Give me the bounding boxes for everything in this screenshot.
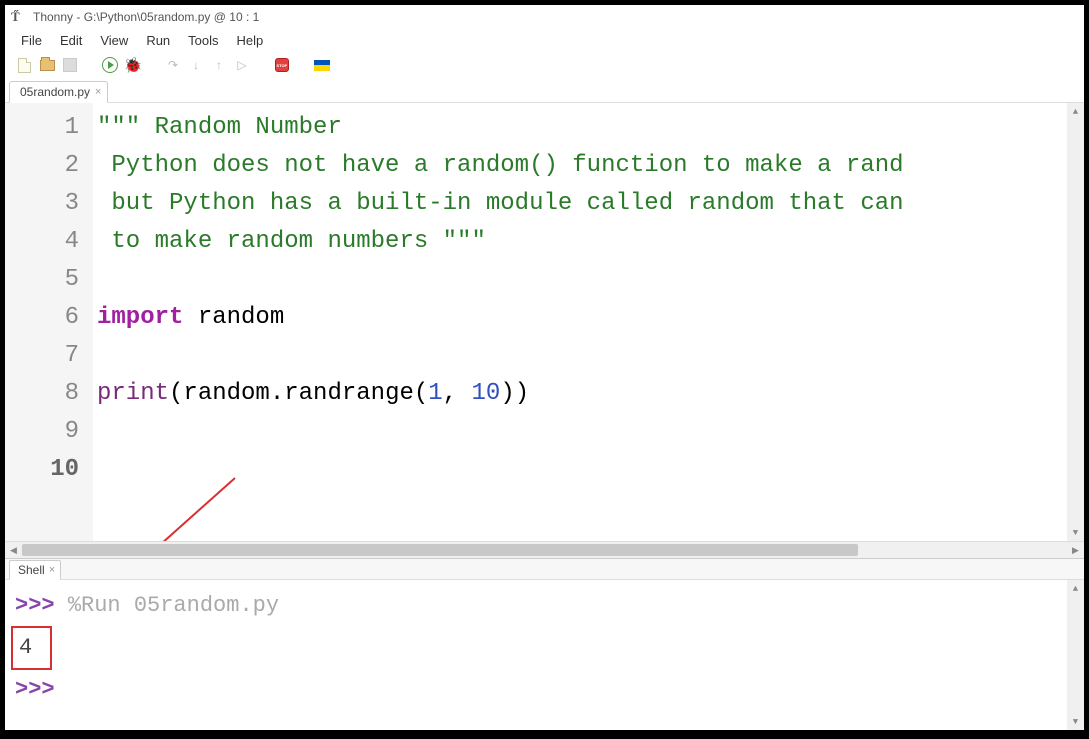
shell-prompt: >>> xyxy=(15,677,68,702)
step-out-button[interactable]: ↑ xyxy=(210,56,228,74)
line-number: 7 xyxy=(5,337,79,375)
scroll-left-icon[interactable]: ◀ xyxy=(5,542,22,559)
scroll-up-icon[interactable]: ▲ xyxy=(1067,580,1084,597)
stop-icon: STOP xyxy=(275,58,289,72)
resume-button[interactable]: ▷ xyxy=(233,56,251,74)
line-number: 2 xyxy=(5,147,79,185)
code-editor[interactable]: 1 2 3 4 5 6 7 8 9 10 """ Random Number P… xyxy=(5,103,1084,541)
scroll-down-icon[interactable]: ▼ xyxy=(1067,524,1084,541)
code-area[interactable]: """ Random Number Python does not have a… xyxy=(93,103,1084,541)
app-window: T̋ Thonny - G:\Python\05random.py @ 10 :… xyxy=(4,4,1085,731)
save-file-button[interactable] xyxy=(61,56,79,74)
close-icon[interactable]: × xyxy=(95,86,101,98)
shell-line[interactable]: >>> xyxy=(15,670,1074,710)
tab-shell[interactable]: Shell × xyxy=(9,560,61,580)
line-number-current: 10 xyxy=(5,451,79,489)
shell-output-line[interactable]: 4 xyxy=(15,626,1074,670)
menu-run[interactable]: Run xyxy=(138,31,178,50)
shell-tab-label: Shell xyxy=(18,563,45,577)
code-line[interactable]: """ Random Number xyxy=(97,109,1080,147)
menubar: File Edit View Run Tools Help xyxy=(5,29,1084,51)
resume-icon: ▷ xyxy=(237,58,246,72)
scroll-right-icon[interactable]: ▶ xyxy=(1067,542,1084,559)
line-number: 1 xyxy=(5,109,79,147)
editor-tabs: 05random.py × xyxy=(5,79,1084,103)
new-file-button[interactable] xyxy=(15,56,33,74)
code-line[interactable]: print(random.randrange(1, 10)) xyxy=(97,375,1080,413)
line-gutter: 1 2 3 4 5 6 7 8 9 10 xyxy=(5,103,93,541)
step-into-button[interactable]: ↓ xyxy=(187,56,205,74)
bug-icon: 🐞 xyxy=(124,56,143,74)
menu-help[interactable]: Help xyxy=(229,31,272,50)
scroll-down-icon[interactable]: ▼ xyxy=(1067,713,1084,730)
line-number: 4 xyxy=(5,223,79,261)
line-number: 6 xyxy=(5,299,79,337)
app-icon: T̋ xyxy=(11,9,27,25)
shell-vertical-scrollbar[interactable]: ▲ ▼ xyxy=(1067,580,1084,730)
shell-line[interactable]: >>> %Run 05random.py xyxy=(15,586,1074,626)
scroll-thumb[interactable] xyxy=(22,544,858,556)
menu-file[interactable]: File xyxy=(13,31,50,50)
shell-command: %Run 05random.py xyxy=(68,593,279,618)
support-ukraine-button[interactable] xyxy=(313,56,331,74)
window-title: Thonny - G:\Python\05random.py @ 10 : 1 xyxy=(33,10,259,24)
code-line[interactable]: import random xyxy=(97,299,1080,337)
code-line[interactable] xyxy=(97,337,1080,375)
line-number: 3 xyxy=(5,185,79,223)
scroll-track[interactable] xyxy=(1067,120,1084,524)
shell-prompt: >>> xyxy=(15,593,68,618)
line-number: 9 xyxy=(5,413,79,451)
scroll-up-icon[interactable]: ▲ xyxy=(1067,103,1084,120)
scroll-track[interactable] xyxy=(1067,597,1084,713)
code-line[interactable] xyxy=(97,261,1080,299)
line-number: 8 xyxy=(5,375,79,413)
scroll-track[interactable] xyxy=(22,542,1067,558)
play-icon xyxy=(102,57,118,73)
file-icon xyxy=(18,58,31,73)
step-into-icon: ↓ xyxy=(193,58,199,72)
toolbar: 🐞 ↷ ↓ ↑ ▷ STOP xyxy=(5,51,1084,79)
step-out-icon: ↑ xyxy=(216,58,222,72)
highlighted-output: 4 xyxy=(11,626,52,670)
ukraine-flag-icon xyxy=(314,60,330,71)
folder-icon xyxy=(40,60,55,71)
code-line[interactable]: but Python has a built-in module called … xyxy=(97,185,1080,223)
open-file-button[interactable] xyxy=(38,56,56,74)
step-over-icon: ↷ xyxy=(168,58,178,72)
step-over-button[interactable]: ↷ xyxy=(164,56,182,74)
shell-panel[interactable]: >>> %Run 05random.py 4 >>> ▲ ▼ xyxy=(5,580,1084,730)
debug-button[interactable]: 🐞 xyxy=(124,56,142,74)
tab-label: 05random.py xyxy=(20,85,90,99)
tab-05random[interactable]: 05random.py × xyxy=(9,81,108,103)
code-line[interactable] xyxy=(97,413,1080,451)
menu-tools[interactable]: Tools xyxy=(180,31,226,50)
stop-button[interactable]: STOP xyxy=(273,56,291,74)
code-line[interactable]: Python does not have a random() function… xyxy=(97,147,1080,185)
menu-edit[interactable]: Edit xyxy=(52,31,90,50)
shell-output: 4 xyxy=(19,635,32,660)
shell-tabs: Shell × xyxy=(5,558,1084,580)
menu-view[interactable]: View xyxy=(92,31,136,50)
close-icon[interactable]: × xyxy=(49,564,55,576)
run-button[interactable] xyxy=(101,56,119,74)
line-number: 5 xyxy=(5,261,79,299)
editor-vertical-scrollbar[interactable]: ▲ ▼ xyxy=(1067,103,1084,541)
editor-horizontal-scrollbar[interactable]: ◀ ▶ xyxy=(5,541,1084,558)
titlebar: T̋ Thonny - G:\Python\05random.py @ 10 :… xyxy=(5,5,1084,29)
disk-icon xyxy=(63,58,77,72)
code-line[interactable]: to make random numbers """ xyxy=(97,223,1080,261)
